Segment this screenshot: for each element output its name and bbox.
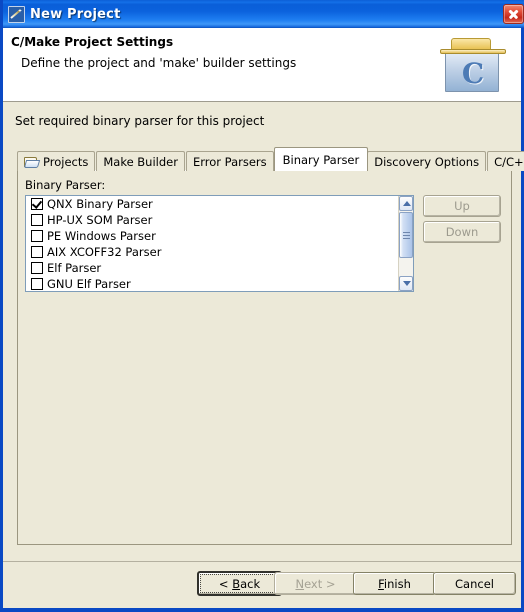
checkbox-icon[interactable]: [31, 230, 43, 242]
tab-label: Make Builder: [103, 154, 178, 169]
list-item[interactable]: Elf Parser: [26, 260, 399, 276]
cancel-label: Cancel: [455, 576, 494, 591]
list-item[interactable]: HP-UX SOM Parser: [26, 212, 399, 228]
tab-label: Discovery Options: [374, 154, 480, 169]
close-icon[interactable]: [503, 4, 524, 24]
binary-parser-list[interactable]: QNX Binary Parser HP-UX SOM Parser PE Wi…: [25, 195, 414, 292]
finish-button[interactable]: Finish: [353, 572, 436, 595]
binary-parser-label: Binary Parser:: [25, 178, 106, 192]
binary-parser-panel: Binary Parser: QNX Binary Parser HP-UX S…: [17, 170, 512, 545]
list-item-label: HP-UX SOM Parser: [47, 213, 153, 227]
checkbox-icon[interactable]: [31, 214, 43, 226]
title-bar: New Project: [3, 0, 524, 28]
list-item[interactable]: GNU Elf Parser: [26, 276, 399, 291]
tab-projects[interactable]: Projects: [17, 151, 96, 171]
next-button: Next >: [274, 572, 357, 595]
next-label: Next >: [295, 576, 336, 591]
list-item-label: PE Windows Parser: [47, 229, 156, 243]
list-items-container: QNX Binary Parser HP-UX SOM Parser PE Wi…: [26, 196, 399, 291]
move-down-button[interactable]: Down: [423, 221, 501, 243]
tab-strip: Projects Make Builder Error Parsers Bina…: [17, 147, 524, 171]
scrollbar-thumb[interactable]: [399, 212, 413, 258]
tab-make-builder[interactable]: Make Builder: [96, 151, 185, 171]
finish-label: Finish: [378, 576, 411, 591]
list-item[interactable]: AIX XCOFF32 Parser: [26, 244, 399, 260]
tab-label: Error Parsers: [192, 154, 267, 169]
list-item-label: QNX Binary Parser: [47, 197, 153, 211]
new-project-dialog: New Project C/Make Project Settings Defi…: [0, 0, 524, 612]
wizard-wand-icon: [8, 5, 25, 23]
tab-binary-parser[interactable]: Binary Parser: [273, 147, 369, 171]
list-item[interactable]: QNX Binary Parser: [26, 196, 399, 212]
tab-label: Projects: [43, 154, 89, 169]
chevron-up-icon[interactable]: [399, 196, 413, 211]
page-subtitle: Define the project and 'make' builder se…: [21, 56, 297, 70]
list-item-label: GNU Elf Parser: [47, 277, 131, 291]
move-up-label: Up: [454, 199, 470, 213]
checkbox-icon[interactable]: [31, 198, 43, 210]
dialog-footer: < Back Next > Finish Cancel: [3, 561, 521, 608]
list-vertical-scrollbar[interactable]: [398, 196, 413, 291]
list-item-label: AIX XCOFF32 Parser: [47, 245, 162, 259]
move-down-label: Down: [445, 225, 479, 239]
back-button[interactable]: < Back: [197, 571, 282, 596]
checkbox-icon[interactable]: [31, 278, 43, 290]
checkbox-icon[interactable]: [31, 246, 43, 258]
folder-icon: [23, 156, 41, 168]
tab-error-parsers[interactable]: Error Parsers: [185, 151, 274, 171]
tab-cpp-indexer[interactable]: C/C++ Indexer: [487, 151, 524, 171]
tab-label: Binary Parser: [282, 152, 360, 167]
dialog-body: Set required binary parser for this proj…: [3, 103, 524, 559]
list-item[interactable]: PE Windows Parser: [26, 228, 399, 244]
tab-discovery-options[interactable]: Discovery Options: [367, 151, 487, 171]
chevron-down-icon[interactable]: [399, 276, 413, 291]
focus-ring: [200, 574, 279, 593]
wizard-header: C/Make Project Settings Define the proje…: [3, 28, 521, 102]
page-title: C/Make Project Settings: [11, 35, 174, 49]
checkbox-icon[interactable]: [31, 262, 43, 274]
tab-label: C/C++ Indexer: [494, 154, 524, 169]
intro-text: Set required binary parser for this proj…: [15, 114, 265, 128]
c-project-folder-icon: C: [439, 36, 507, 94]
cancel-button[interactable]: Cancel: [433, 572, 516, 595]
move-up-button[interactable]: Up: [423, 195, 501, 217]
list-item-label: Elf Parser: [47, 261, 102, 275]
header-icon-letter: C: [461, 57, 485, 90]
window-title: New Project: [30, 6, 121, 22]
